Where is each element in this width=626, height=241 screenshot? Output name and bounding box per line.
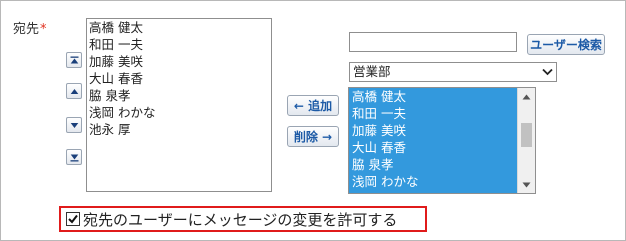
recipient-listbox[interactable]: 高橋 健太 和田 一夫 加藤 美咲 大山 春香 脇 泉孝 浅岡 わかな 池永 厚 (86, 18, 272, 192)
recipient-option[interactable]: 浅岡 わかな (87, 104, 271, 121)
recipient-option[interactable]: 池永 厚 (87, 121, 271, 138)
checkmark-icon (68, 214, 78, 224)
recipient-option[interactable]: 脇 泉孝 (87, 87, 271, 104)
candidate-listbox[interactable]: 高橋 健太 和田 一夫 加藤 美咲 大山 春香 脇 泉孝 浅岡 わかな (348, 87, 536, 194)
candidate-scrollbar[interactable] (517, 88, 535, 193)
recipient-option[interactable]: 和田 一夫 (87, 36, 271, 53)
move-bottom-icon (70, 154, 78, 161)
remove-button[interactable]: 削除 → (287, 126, 339, 147)
move-down-button[interactable] (66, 117, 82, 133)
candidate-option[interactable]: 和田 一夫 (349, 105, 517, 122)
candidate-option[interactable]: 脇 泉孝 (349, 156, 517, 173)
candidate-option[interactable]: 浅岡 わかな (349, 173, 517, 190)
required-mark: * (40, 22, 47, 37)
group-select[interactable]: 営業部 (349, 62, 557, 82)
recipient-label-text: 宛先 (13, 22, 40, 37)
add-button[interactable]: ← 追加 (287, 95, 339, 116)
move-bottom-button[interactable] (66, 149, 82, 165)
user-search-button[interactable]: ユーザー検索 (527, 34, 605, 55)
move-up-icon (70, 88, 78, 94)
candidate-option[interactable]: 大山 春香 (349, 139, 517, 156)
user-search-input[interactable] (349, 32, 517, 52)
allow-edit-permission: 宛先のユーザーにメッセージの変更を許可する (59, 206, 427, 232)
recipient-option[interactable]: 大山 春香 (87, 70, 271, 87)
group-select-value: 営業部 (353, 64, 391, 79)
move-up-button[interactable] (66, 83, 82, 99)
move-down-icon (70, 122, 78, 128)
move-top-button[interactable] (66, 52, 82, 68)
chevron-down-icon (542, 68, 553, 76)
candidate-option[interactable]: 高橋 健太 (349, 88, 517, 105)
recipient-settings-panel: 宛先* 高橋 健太 和田 一夫 加藤 美咲 大山 春香 脇 泉孝 浅岡 わかな … (0, 0, 626, 241)
scroll-up-icon[interactable] (518, 88, 535, 105)
scroll-down-icon[interactable] (518, 176, 535, 193)
recipient-option[interactable]: 高橋 健太 (87, 19, 271, 36)
allow-edit-checkbox[interactable] (66, 212, 80, 226)
scrollbar-thumb[interactable] (521, 123, 532, 147)
recipient-field-label: 宛先* (13, 18, 47, 37)
recipient-option[interactable]: 加藤 美咲 (87, 53, 271, 70)
allow-edit-label[interactable]: 宛先のユーザーにメッセージの変更を許可する (83, 209, 397, 230)
candidate-option[interactable]: 加藤 美咲 (349, 122, 517, 139)
move-top-icon (70, 56, 78, 63)
